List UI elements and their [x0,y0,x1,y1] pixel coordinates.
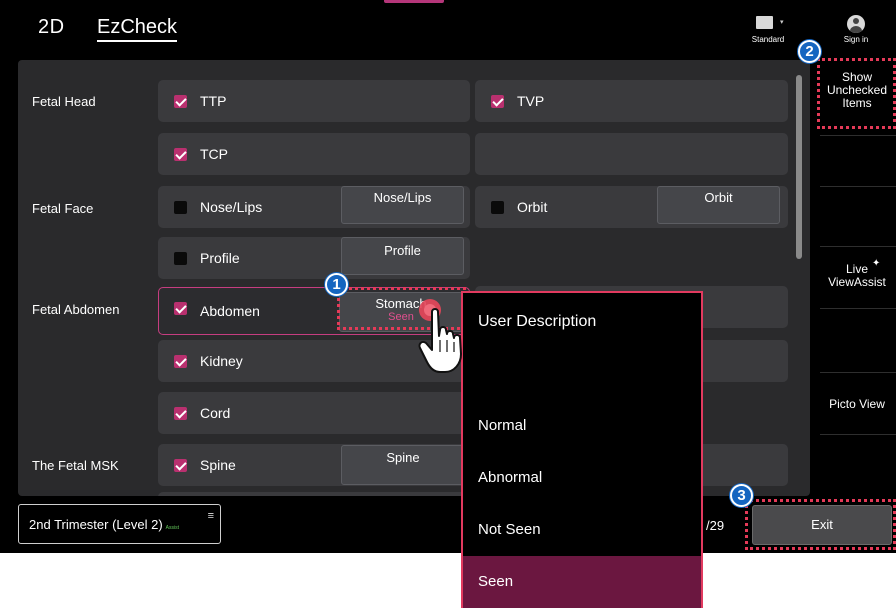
assist-tag: Assist [165,525,180,531]
item-label: Cord [200,405,231,421]
item-label: TCP [200,146,228,162]
standard-button[interactable]: ▾ Standard [743,16,793,44]
live-viewassist-button[interactable]: ✦ Live ViewAssist [818,258,896,289]
option-normal[interactable]: Normal [463,400,701,452]
profile-description-button[interactable]: Profile [341,237,464,275]
item-label: TVP [517,93,545,109]
checkbox[interactable] [174,302,187,315]
option-abnormal[interactable]: Abnormal [463,452,701,504]
checkbox[interactable] [174,459,187,472]
sign-in-button[interactable]: Sign in [836,15,876,44]
button-label: Nose/Lips [373,190,432,205]
item-label: Abdomen [200,303,260,319]
picto-view-button[interactable]: Picto View [818,398,896,411]
checklist-item-tvp[interactable]: TVP [475,80,788,122]
picto-view-label: Picto View [829,397,885,411]
checklist-item-ttp[interactable]: TTP [158,80,470,122]
sidebar-divider [820,135,896,136]
item-label: Kidney [200,353,243,369]
touch-hand-icon [418,299,462,373]
checkbox[interactable] [174,95,187,108]
button-label: Orbit [704,190,733,205]
checklist-item-tcp[interactable]: TCP [158,133,470,175]
top-accent-bar [384,0,444,3]
standard-label: Standard [751,35,785,44]
sign-in-label: Sign in [843,35,869,44]
nose-lips-description-button[interactable]: Nose/Lips [341,186,464,224]
trimester-label: 2nd Trimester (Level 2) [29,517,163,532]
app-window: 2D EzCheck ▾ Standard Sign in Show Unche… [0,0,896,553]
item-label: Orbit [517,199,548,215]
monitor-icon [755,16,773,29]
checkbox[interactable] [174,201,187,214]
mode-label: 2D [38,16,65,38]
button-label: Profile [384,243,421,258]
option-not-seen[interactable]: Not Seen [463,504,701,556]
step-marker-1: 1 [325,273,348,296]
item-label: Profile [200,250,240,266]
sidebar-divider [820,372,896,373]
step-marker-3: 3 [730,484,753,507]
checkbox[interactable] [491,95,504,108]
item-label: TTP [200,93,227,109]
highlight-box-exit [745,499,896,550]
checkbox[interactable] [174,355,187,368]
user-icon [847,15,865,33]
sparkle-icon: ✦ [872,258,881,269]
item-label: Nose/Lips [200,199,263,215]
category-fetal-head: Fetal Head [32,94,96,109]
category-fetal-abdomen: Fetal Abdomen [32,302,120,317]
dropdown-header: User Description [478,313,597,330]
checkbox[interactable] [174,252,187,265]
checklist-item-profile[interactable]: Profile Profile [158,237,470,279]
sidebar-divider [820,434,896,435]
orbit-description-button[interactable]: Orbit [657,186,780,224]
scrollbar[interactable] [796,75,802,259]
checklist-item-nose-lips[interactable]: Nose/Lips Nose/Lips [158,186,470,228]
highlight-box-show-unchecked [817,58,896,129]
sidebar-divider [820,186,896,187]
checkbox[interactable] [174,148,187,161]
next-row-partial [158,492,470,496]
checked-count: /29 [706,518,725,533]
trimester-selector[interactable]: 2nd Trimester (Level 2) Assist ≡ [18,504,221,544]
checkbox[interactable] [174,407,187,420]
category-fetal-msk: The Fetal MSK [32,458,119,473]
user-description-dropdown[interactable]: User Description Normal Abnormal Not See… [461,291,703,608]
checklist-item-cord[interactable]: Cord [158,392,470,434]
chevron-down-icon: ▾ [780,19,784,26]
checklist-item-spine[interactable]: Spine Spine [158,444,470,486]
item-label: Spine [200,457,236,473]
option-seen[interactable]: Seen [463,556,701,608]
checkbox[interactable] [491,201,504,214]
sidebar-divider [820,308,896,309]
step-marker-2: 2 [798,40,821,63]
button-label: Spine [386,450,420,465]
checklist-item-orbit[interactable]: Orbit Orbit [475,186,788,228]
empty-slot [475,133,788,175]
category-fetal-face: Fetal Face [32,201,94,216]
sidebar-divider [820,246,896,247]
page-title: EzCheck [97,16,178,42]
menu-icon: ≡ [207,510,214,522]
spine-description-button[interactable]: Spine [341,445,465,485]
live-viewassist-label: Live ViewAssist [828,262,886,289]
